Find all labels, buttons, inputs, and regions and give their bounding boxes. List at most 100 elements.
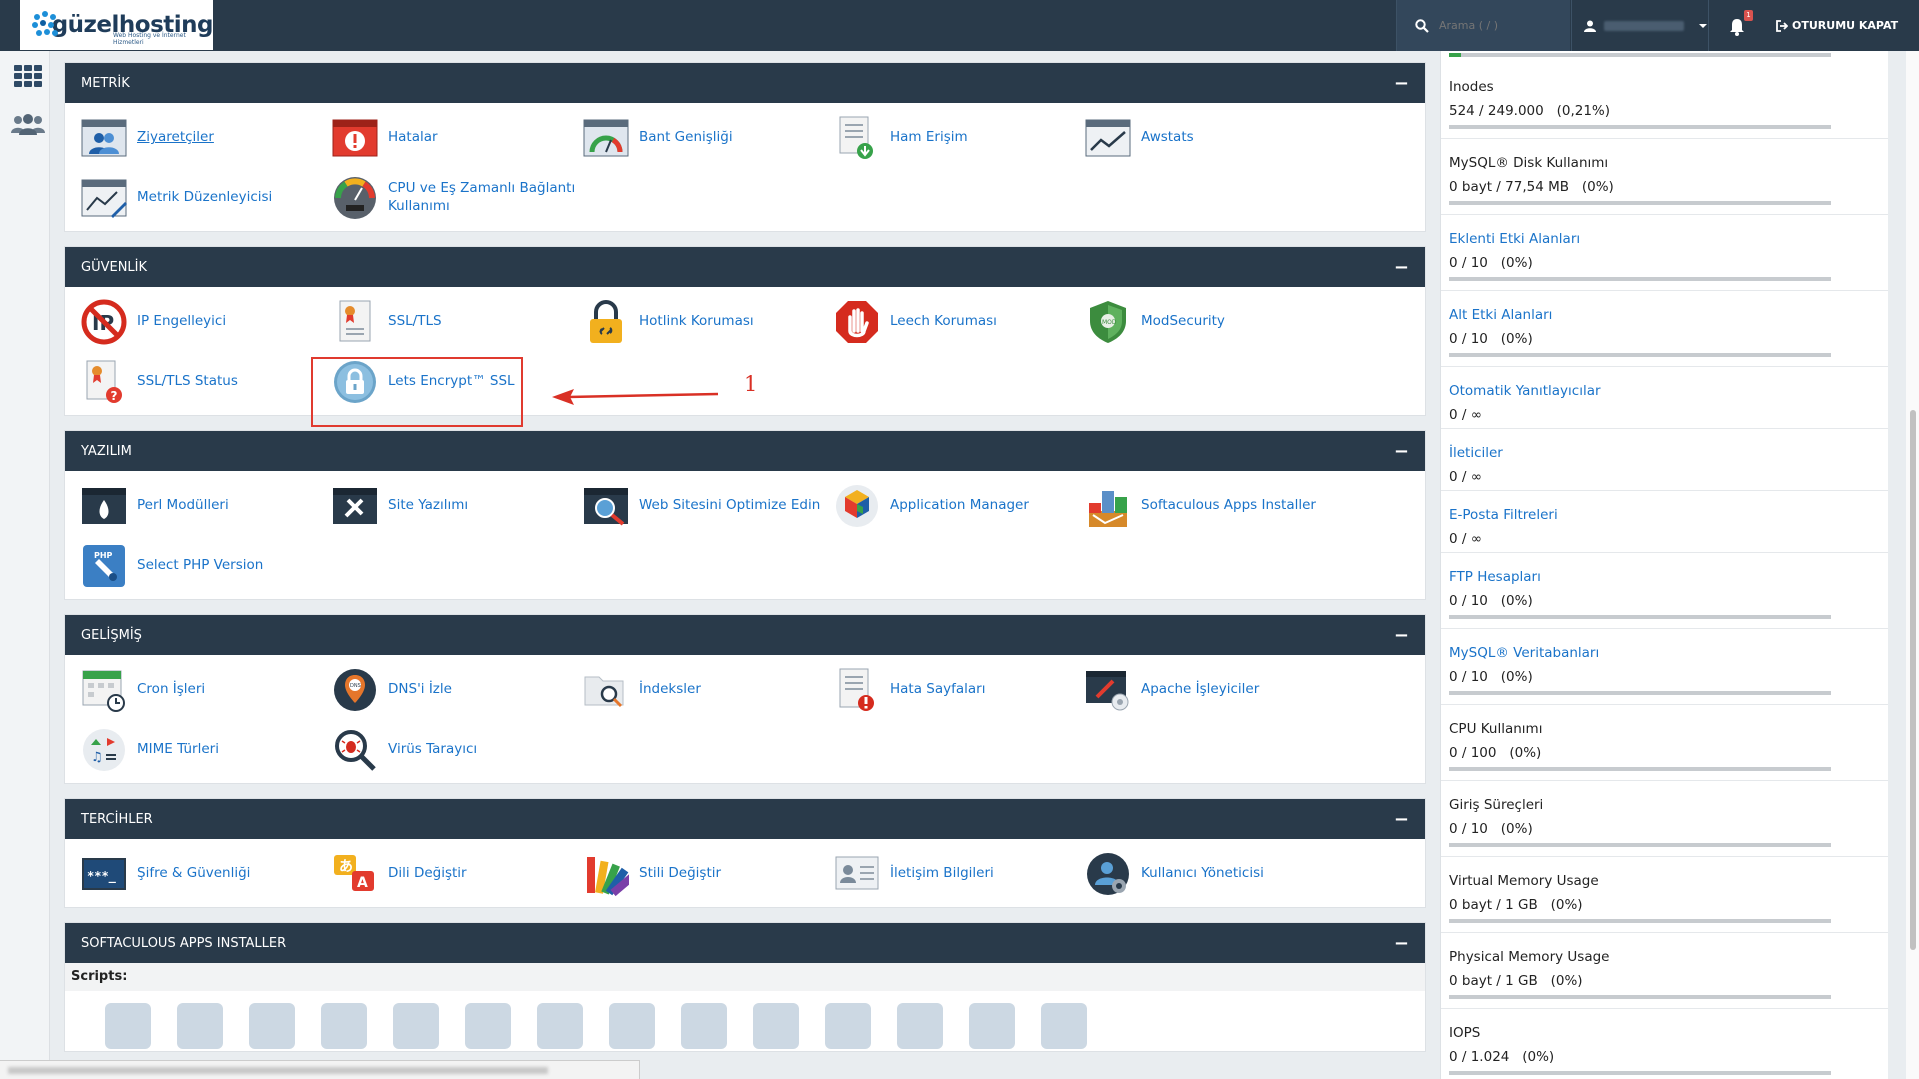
item-indexes[interactable]: İndeksler (581, 661, 832, 719)
scrollbar-thumb[interactable] (1910, 410, 1916, 950)
stat-value: 0 / ∞ (1449, 531, 1482, 547)
main-content: METRİK − Ziyaretçiler Hatalar Bant Geniş… (64, 62, 1426, 1052)
stat-row: IOPS 0 / 1.024 (0%) (1441, 1009, 1888, 1079)
script-app-icon[interactable] (105, 1003, 151, 1049)
leech-hand-icon (836, 301, 878, 343)
item-ip-blocker[interactable]: IP IP Engelleyici (79, 293, 330, 351)
script-app-icon[interactable] (393, 1003, 439, 1049)
item-app-manager[interactable]: Application Manager (832, 477, 1083, 535)
item-site-software[interactable]: Site Yazılımı (330, 477, 581, 535)
item-password[interactable]: ***_ Şifre & Güvenliği (79, 845, 330, 903)
item-language[interactable]: あA Dili Değiştir (330, 845, 581, 903)
item-user-manager[interactable]: Kullanıcı Yöneticisi (1083, 845, 1334, 903)
item-error-pages[interactable]: Hata Sayfaları (832, 661, 1083, 719)
item-label: Cron İşleri (137, 681, 206, 698)
script-app-icon[interactable] (321, 1003, 367, 1049)
item-ssl-status[interactable]: ? SSL/TLS Status (79, 353, 330, 411)
collapse-icon[interactable]: − (1394, 625, 1409, 646)
item-ssl-tls[interactable]: SSL/TLS (330, 293, 581, 351)
stat-row[interactable]: E-Posta Filtreleri 0 / ∞ (1441, 491, 1888, 553)
stat-row[interactable]: MySQL® Veritabanları 0 / 10 (0%) (1441, 629, 1888, 705)
stat-name[interactable]: Otomatik Yanıtlayıcılar (1449, 383, 1878, 399)
stat-name[interactable]: FTP Hesapları (1449, 569, 1878, 585)
stat-name[interactable]: MySQL® Veritabanları (1449, 645, 1878, 661)
item-leech[interactable]: Leech Koruması (832, 293, 1083, 351)
logout-button[interactable]: OTURUMU KAPAT (1776, 0, 1898, 51)
section-advanced: GELİŞMİŞ − Cron İşleri DNS DNS'i İzle İn… (64, 614, 1426, 784)
item-label: Hotlink Koruması (639, 313, 754, 330)
item-label: Kullanıcı Yöneticisi (1141, 865, 1264, 882)
script-app-icon[interactable] (825, 1003, 871, 1049)
item-metrics-editor[interactable]: Metrik Düzenleyicisi (79, 169, 330, 227)
collapse-icon[interactable]: − (1394, 73, 1409, 94)
item-errors[interactable]: Hatalar (330, 109, 581, 167)
script-app-icon[interactable] (537, 1003, 583, 1049)
item-php-version[interactable]: PHP Select PHP Version (79, 537, 330, 595)
svg-text:あ: あ (339, 859, 353, 875)
item-virus-scanner[interactable]: Virüs Tarayıcı (330, 721, 581, 779)
script-app-icon[interactable] (177, 1003, 223, 1049)
brand-logo[interactable]: güzelhosting Web Hosting ve İnternet Hiz… (20, 0, 214, 50)
script-app-icon[interactable] (969, 1003, 1015, 1049)
item-bandwidth[interactable]: Bant Genişliği (581, 109, 832, 167)
item-optimize[interactable]: Web Sitesini Optimize Edin (581, 477, 832, 535)
cron-calendar-icon (82, 670, 125, 712)
stat-value: 0 bayt / 1 GB (0%) (1449, 897, 1583, 913)
section-header[interactable]: YAZILIM − (65, 431, 1425, 471)
item-visitors[interactable]: Ziyaretçiler (79, 109, 330, 167)
script-app-icon[interactable] (753, 1003, 799, 1049)
script-app-icon[interactable] (681, 1003, 727, 1049)
item-contact[interactable]: İletişim Bilgileri (832, 845, 1083, 903)
item-mime-types[interactable]: ♫ MIME Türleri (79, 721, 330, 779)
item-apache-handlers[interactable]: Apache İşleyiciler (1083, 661, 1334, 719)
item-softaculous[interactable]: Softaculous Apps Installer (1083, 477, 1334, 535)
item-awstats[interactable]: Awstats (1083, 109, 1334, 167)
section-header[interactable]: SOFTACULOUS APPS INSTALLER − (65, 923, 1425, 963)
item-raw-access[interactable]: Ham Erişim (832, 109, 1083, 167)
stat-name[interactable]: E-Posta Filtreleri (1449, 507, 1878, 523)
annotation-arrow-icon (552, 389, 719, 405)
collapse-icon[interactable]: − (1394, 441, 1409, 462)
item-label: İletişim Bilgileri (890, 865, 994, 882)
item-cron[interactable]: Cron İşleri (79, 661, 330, 719)
stat-row[interactable]: Alt Etki Alanları 0 / 10 (0%) (1441, 291, 1888, 367)
section-header[interactable]: GELİŞMİŞ − (65, 615, 1425, 655)
svg-text:***_: ***_ (87, 869, 117, 884)
collapse-icon[interactable]: − (1394, 809, 1409, 830)
item-perl[interactable]: Perl Modülleri (79, 477, 330, 535)
stat-row[interactable]: Eklenti Etki Alanları 0 / 10 (0%) (1441, 215, 1888, 291)
item-style[interactable]: Stili Değiştir (581, 845, 832, 903)
stat-name[interactable]: İleticiler (1449, 445, 1878, 461)
script-app-icon[interactable] (465, 1003, 511, 1049)
search-input[interactable] (1439, 19, 1559, 32)
users-icon[interactable] (10, 113, 46, 135)
item-cpu-usage[interactable]: CPU ve Eş Zamanlı Bağlantı Kullanımı (330, 169, 581, 227)
contact-card-icon (835, 856, 879, 890)
script-app-icon[interactable] (249, 1003, 295, 1049)
item-hotlink[interactable]: Hotlink Koruması (581, 293, 832, 351)
metrics-editor-icon (81, 179, 127, 218)
script-app-icon[interactable] (609, 1003, 655, 1049)
stat-name[interactable]: Alt Etki Alanları (1449, 307, 1878, 323)
notification-badge: 1 (1744, 10, 1753, 21)
section-header[interactable]: METRİK − (65, 63, 1425, 103)
stat-row[interactable]: Otomatik Yanıtlayıcılar 0 / ∞ (1441, 367, 1888, 429)
section-header[interactable]: TERCİHLER − (65, 799, 1425, 839)
section-title: GÜVENLİK (81, 259, 148, 275)
stat-name[interactable]: Eklenti Etki Alanları (1449, 231, 1878, 247)
script-app-icon[interactable] (897, 1003, 943, 1049)
script-app-icon[interactable] (1041, 1003, 1087, 1049)
section-header[interactable]: GÜVENLİK − (65, 247, 1425, 287)
errors-icon (332, 119, 378, 157)
stat-row[interactable]: İleticiler 0 / ∞ (1441, 429, 1888, 491)
apps-grid-icon[interactable] (14, 65, 42, 87)
item-modsecurity[interactable]: MOD ModSecurity (1083, 293, 1334, 351)
collapse-icon[interactable]: − (1394, 257, 1409, 278)
notifications-button[interactable]: 1 (1724, 10, 1754, 40)
usage-progress-bar (1449, 767, 1831, 771)
collapse-icon[interactable]: − (1394, 933, 1409, 954)
item-dns-track[interactable]: DNS DNS'i İzle (330, 661, 581, 719)
stat-row[interactable]: FTP Hesapları 0 / 10 (0%) (1441, 553, 1888, 629)
ip-blocker-icon: IP (81, 299, 127, 345)
user-menu[interactable] (1571, 0, 1709, 51)
